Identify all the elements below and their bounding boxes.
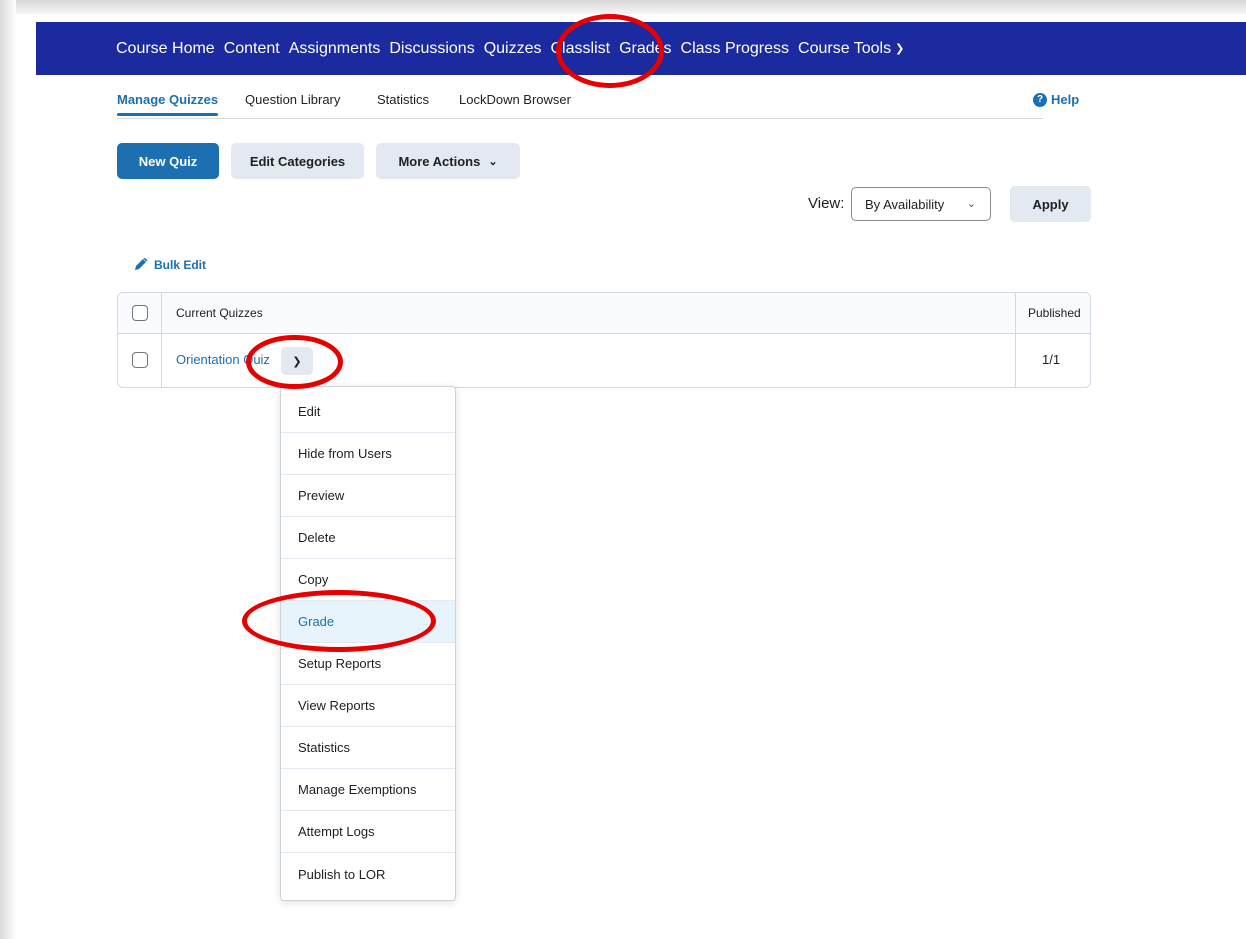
select-all-checkbox[interactable] — [132, 305, 148, 321]
bulk-edit-label: Bulk Edit — [154, 258, 207, 272]
tab-manage-quizzes[interactable]: Manage Quizzes — [117, 92, 219, 116]
tab-statistics[interactable]: Statistics — [377, 92, 429, 107]
screenshot-shadow-top — [0, 0, 1246, 14]
nav-assignments[interactable]: Assignments — [289, 40, 381, 58]
menu-item-edit[interactable]: Edit — [281, 391, 455, 433]
row-checkbox[interactable] — [132, 352, 148, 368]
help-label: Help — [1051, 92, 1080, 107]
menu-item-grade[interactable]: Grade — [281, 601, 455, 643]
column-divider — [161, 293, 162, 387]
quiz-subtabs: Manage Quizzes Question Library Statisti… — [117, 92, 1043, 119]
header-published: Published — [1028, 306, 1081, 320]
nav-class-progress[interactable]: Class Progress — [681, 40, 789, 58]
menu-item-statistics[interactable]: Statistics — [281, 727, 455, 769]
help-link[interactable]: ? Help — [1033, 92, 1079, 107]
quizzes-table: Current Quizzes Published Orientation Qu… — [117, 292, 1091, 388]
page: Course Home Content Assignments Discussi… — [0, 0, 1246, 939]
menu-item-attempt-logs[interactable]: Attempt Logs — [281, 811, 455, 853]
menu-item-publish-to-lor[interactable]: Publish to LOR — [281, 853, 455, 895]
nav-classlist[interactable]: Classlist — [551, 40, 611, 58]
menu-item-hide-from-users[interactable]: Hide from Users — [281, 433, 455, 475]
nav-course-tools-label: Course Tools — [798, 39, 892, 57]
course-navbar: Course Home Content Assignments Discussi… — [36, 22, 1246, 75]
menu-item-copy[interactable]: Copy — [281, 559, 455, 601]
pencil-icon — [135, 258, 148, 270]
more-actions-label: More Actions — [398, 153, 481, 169]
view-select[interactable]: By Availability ⌄ — [851, 187, 991, 221]
published-count: 1/1 — [1042, 352, 1061, 367]
nav-course-tools[interactable]: Course Tools ❯ — [798, 40, 904, 58]
tab-lockdown-browser[interactable]: LockDown Browser — [459, 92, 571, 107]
bulk-edit-button[interactable]: Bulk Edit — [133, 258, 206, 272]
help-icon: ? — [1033, 92, 1047, 107]
chevron-down-icon: ❯ — [292, 355, 302, 368]
quiz-title-link[interactable]: Orientation Quiz — [176, 352, 270, 367]
view-select-value: By Availability — [865, 196, 945, 212]
nav-discussions[interactable]: Discussions — [389, 40, 474, 58]
apply-button[interactable]: Apply — [1010, 186, 1091, 222]
view-label: View: — [808, 195, 845, 212]
edit-categories-button[interactable]: Edit Categories — [231, 143, 364, 179]
course-nav-items: Course Home Content Assignments Discussi… — [116, 22, 913, 75]
nav-grades[interactable]: Grades — [619, 40, 671, 58]
menu-item-preview[interactable]: Preview — [281, 475, 455, 517]
quiz-context-menu: Edit Hide from Users Preview Delete Copy… — [280, 386, 456, 901]
nav-content[interactable]: Content — [224, 40, 280, 58]
menu-item-view-reports[interactable]: View Reports — [281, 685, 455, 727]
new-quiz-button[interactable]: New Quiz — [117, 143, 219, 179]
screenshot-shadow-left — [0, 0, 16, 939]
column-divider — [1015, 293, 1016, 387]
table-header-row — [118, 293, 1090, 334]
menu-item-delete[interactable]: Delete — [281, 517, 455, 559]
more-actions-button[interactable]: More Actions ⌄ — [376, 143, 520, 179]
nav-quizzes[interactable]: Quizzes — [484, 40, 542, 58]
tab-question-library[interactable]: Question Library — [245, 92, 340, 107]
header-current-quizzes: Current Quizzes — [176, 306, 263, 320]
menu-item-setup-reports[interactable]: Setup Reports — [281, 643, 455, 685]
menu-item-manage-exemptions[interactable]: Manage Exemptions — [281, 769, 455, 811]
chevron-down-icon: ⌄ — [966, 198, 976, 210]
chevron-down-icon: ❯ — [895, 42, 905, 55]
chevron-down-icon: ⌄ — [488, 155, 498, 168]
nav-course-home[interactable]: Course Home — [116, 40, 215, 58]
quiz-actions-button[interactable]: ❯ — [281, 347, 313, 375]
